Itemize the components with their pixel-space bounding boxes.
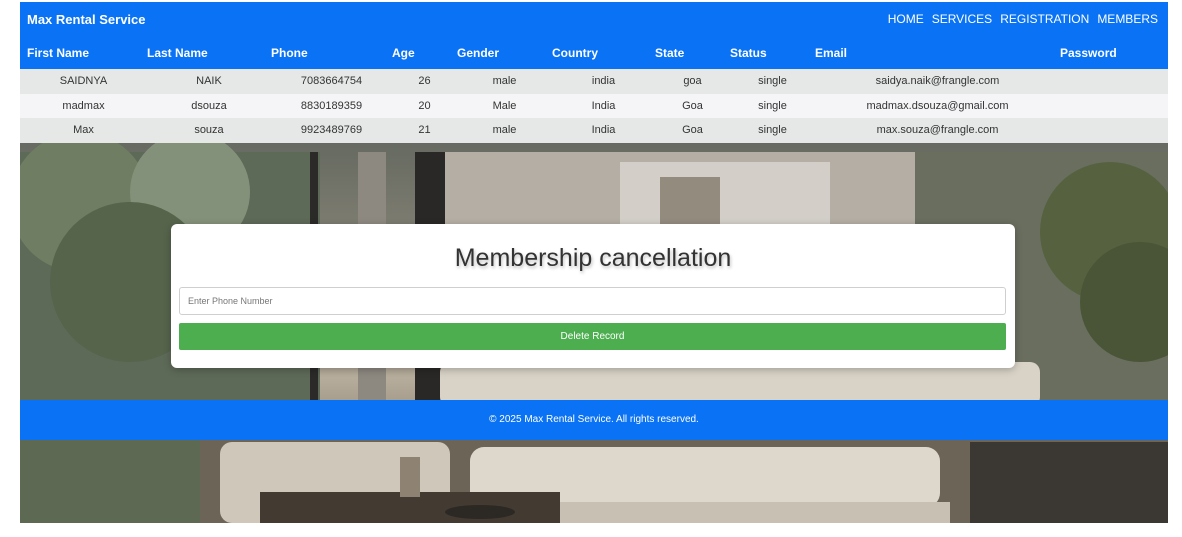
header-country: Country [552,46,598,60]
cell-state: Goa [682,99,703,112]
cell-state: Goa [682,124,703,137]
cell-status: single [758,124,787,137]
cell-first-name: SAIDNYA [59,75,108,88]
cell-status: single [758,75,787,88]
header-last-name: Last Name [147,46,208,60]
cell-country: India [591,99,616,112]
cell-password [1060,94,1168,119]
cell-password [1060,69,1168,94]
footer-copyright: © 2025 Max Rental Service. All rights re… [489,414,699,425]
cell-first-name: Max [73,124,94,137]
cell-email: max.souza@frangle.com [876,124,999,137]
header-gender: Gender [457,46,500,60]
table-header-row: First Name Last Name Phone Age Gender Co… [20,37,1168,69]
delete-record-button[interactable]: Delete Record [179,323,1006,350]
cell-age: 20 [418,99,431,112]
nav-link-home[interactable]: HOME [888,12,924,26]
page: Max Rental Service HOME SERVICES REGISTR… [20,2,1168,523]
cell-country: india [591,75,616,88]
cell-last-name: souza [194,124,224,137]
card-title: Membership cancellation [454,244,732,272]
table-row: Max souza 9923489769 21 male India Goa s… [20,118,1168,143]
cell-gender: male [492,124,517,137]
cell-email: madmax.dsouza@gmail.com [866,99,1009,112]
cell-last-name: dsouza [191,99,227,112]
cell-phone: 8830189359 [300,99,363,112]
cell-phone: 9923489769 [300,124,363,137]
header-first-name: First Name [27,46,90,60]
header-password: Password [1060,46,1117,60]
cell-last-name: NAIK [196,75,222,88]
cell-gender: Male [492,99,517,112]
nav-link-members[interactable]: MEMBERS [1097,12,1158,26]
nav-link-registration[interactable]: REGISTRATION [1000,12,1089,26]
membership-cancellation-card: Membership cancellation Delete Record [171,224,1015,368]
brand-logo[interactable]: Max Rental Service [27,12,146,27]
cell-password [1060,118,1168,143]
table-row: madmax dsouza 8830189359 20 Male India G… [20,93,1168,119]
cell-age: 21 [418,124,431,137]
navbar: Max Rental Service HOME SERVICES REGISTR… [20,2,1168,37]
nav-link-services[interactable]: SERVICES [932,12,992,26]
cell-gender: male [492,75,517,88]
cell-phone: 7083664754 [300,75,363,88]
cell-state: goa [683,75,702,88]
header-state: State [655,46,685,60]
cell-email: saidya.naik@frangle.com [875,75,1000,88]
header-age: Age [392,46,415,60]
table-row: SAIDNYA NAIK 7083664754 26 male india go… [20,69,1168,94]
phone-number-input[interactable] [179,287,1006,315]
header-email: Email [815,46,848,60]
cell-country: India [591,124,616,137]
cell-first-name: madmax [62,99,105,112]
header-status: Status [730,46,767,60]
cell-status: single [758,99,787,112]
header-phone: Phone [271,46,308,60]
nav-links: HOME SERVICES REGISTRATION MEMBERS [888,12,1158,26]
cell-age: 26 [418,75,431,88]
members-table: First Name Last Name Phone Age Gender Co… [20,37,1168,143]
footer: © 2025 Max Rental Service. All rights re… [20,400,1168,440]
